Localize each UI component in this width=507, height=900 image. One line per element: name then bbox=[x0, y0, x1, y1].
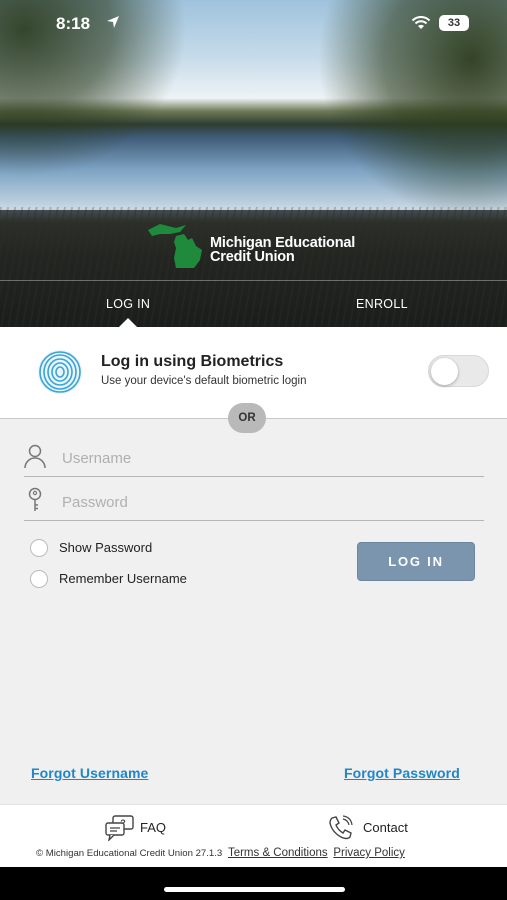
faq-label: FAQ bbox=[140, 820, 167, 835]
faq-chat-icon: ? bbox=[105, 815, 134, 841]
brand-name: Michigan Educational Credit Union bbox=[210, 235, 356, 265]
biometric-title: Log in using Biometrics bbox=[101, 353, 284, 370]
status-bar: 8:18 33 bbox=[0, 12, 507, 36]
copyright-text: © Michigan Educational Credit Union 27.1… bbox=[36, 848, 223, 859]
login-button[interactable]: LOG IN bbox=[357, 542, 475, 581]
password-input[interactable] bbox=[62, 489, 462, 515]
user-icon bbox=[24, 444, 46, 469]
home-indicator[interactable] bbox=[164, 887, 345, 892]
status-time: 8:18 bbox=[56, 14, 91, 33]
key-icon bbox=[28, 487, 42, 511]
show-password-radio[interactable] bbox=[30, 539, 48, 557]
privacy-link[interactable]: Privacy Policy bbox=[333, 847, 405, 859]
wifi-icon bbox=[411, 16, 431, 29]
show-password-label: Show Password bbox=[59, 540, 153, 555]
mecu-logo: Michigan Educational Credit Union bbox=[146, 222, 366, 270]
or-divider: OR bbox=[228, 403, 266, 433]
fingerprint-icon bbox=[38, 350, 82, 394]
forgot-username-link[interactable]: Forgot Username bbox=[31, 765, 148, 781]
password-field[interactable] bbox=[24, 481, 484, 521]
biometric-toggle[interactable] bbox=[428, 355, 489, 387]
remember-username-radio[interactable] bbox=[30, 570, 48, 588]
band-divider bbox=[0, 280, 507, 281]
tab-login[interactable]: LOG IN bbox=[106, 297, 150, 311]
battery-icon: 33 bbox=[439, 15, 469, 31]
location-arrow-icon bbox=[107, 16, 119, 28]
michigan-map-icon bbox=[148, 224, 202, 268]
contact-label: Contact bbox=[363, 820, 408, 835]
tab-enroll[interactable]: ENROLL bbox=[356, 297, 408, 311]
footer: ? FAQ Contact © Michigan Educational Cre… bbox=[0, 804, 507, 867]
terms-link[interactable]: Terms & Conditions bbox=[228, 847, 328, 859]
toggle-knob bbox=[431, 358, 458, 385]
forgot-password-link[interactable]: Forgot Password bbox=[344, 765, 460, 781]
home-indicator-bar bbox=[0, 867, 507, 900]
phone-icon bbox=[329, 815, 353, 840]
remember-username-label: Remember Username bbox=[59, 571, 187, 586]
username-field[interactable] bbox=[24, 437, 484, 477]
active-tab-indicator bbox=[119, 318, 137, 327]
biometric-subtitle: Use your device's default biometric logi… bbox=[101, 375, 307, 387]
legal-line: © Michigan Educational Credit Union 27.1… bbox=[36, 847, 405, 859]
username-input[interactable] bbox=[62, 445, 462, 471]
